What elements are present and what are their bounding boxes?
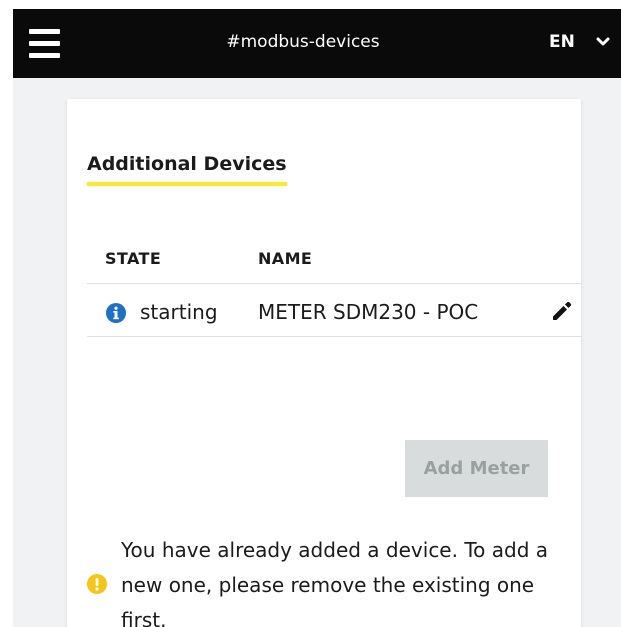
- table-row-divider: [87, 336, 581, 337]
- language-selector[interactable]: EN: [549, 32, 575, 52]
- page-title: #modbus-devices: [226, 32, 380, 52]
- add-meter-button[interactable]: Add Meter: [405, 440, 548, 497]
- table-header-divider: [87, 283, 581, 284]
- top-bar: #modbus-devices EN: [13, 9, 621, 78]
- info-circle-icon: [106, 303, 126, 323]
- pencil-icon[interactable]: [551, 300, 573, 322]
- section-title: Additional Devices: [87, 153, 287, 186]
- device-name: METER SDM230 - POC: [258, 300, 479, 324]
- column-header-name: NAME: [258, 249, 313, 268]
- app-frame: #modbus-devices EN Additional Devices ST…: [13, 9, 621, 627]
- column-header-state: STATE: [105, 249, 162, 268]
- devices-card: Additional Devices STATE NAME starting M…: [67, 99, 581, 627]
- warning-circle-icon: [87, 574, 107, 594]
- notice-text: You have already added a device. To add …: [121, 538, 549, 627]
- device-state: starting: [140, 300, 218, 324]
- chevron-down-icon[interactable]: [596, 37, 610, 47]
